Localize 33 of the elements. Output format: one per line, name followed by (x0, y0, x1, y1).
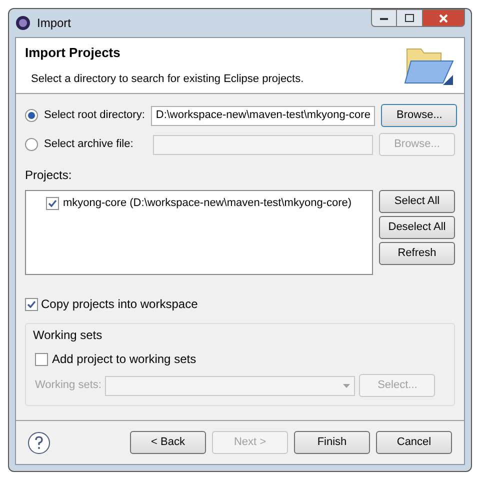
button[interactable]: Deselect All (379, 216, 455, 239)
radio-button[interactable] (25, 109, 38, 122)
checkbox[interactable] (46, 196, 59, 210)
button[interactable]: Browse... (381, 104, 458, 127)
button[interactable]: Refresh (379, 242, 455, 265)
maximize-icon (405, 14, 414, 22)
project-item[interactable]: mkyong-core (D:\workspace-new\maven-test\mkyong-core) (63, 195, 352, 212)
projects-label: Projects: (25, 167, 73, 184)
path-field[interactable]: D:\workspace-new\maven-test\mkyong-core (150, 106, 376, 126)
help-button[interactable] (28, 432, 50, 454)
page-title: Import Projects (25, 44, 122, 62)
close-icon (439, 14, 448, 22)
checkbox-label: Copy projects into workspace (41, 296, 198, 313)
maximize-button[interactable] (397, 9, 423, 27)
button[interactable]: < Back (130, 431, 206, 454)
radio-label: Select root directory: (44, 108, 145, 124)
button[interactable]: Cancel (376, 431, 452, 454)
dropdown-arrow-icon (343, 384, 350, 388)
checkbox[interactable] (25, 298, 38, 310)
checkbox-label: Add project to working sets (52, 351, 196, 368)
close-button[interactable] (423, 9, 465, 27)
check-icon (48, 198, 57, 208)
group-title: Working sets (33, 327, 104, 344)
button[interactable]: Select All (379, 190, 455, 213)
minimize-button[interactable] (371, 9, 397, 27)
minimize-icon (380, 16, 388, 20)
radio-label: Select archive file: (44, 137, 134, 152)
button[interactable]: Finish (294, 431, 370, 454)
page-description: Select a directory to search for existing Eclipse projects. (30, 72, 304, 86)
check-icon (27, 300, 36, 308)
help-icon (34, 436, 44, 450)
field-label: Working sets: (35, 378, 102, 394)
window-title: Import (37, 15, 72, 32)
